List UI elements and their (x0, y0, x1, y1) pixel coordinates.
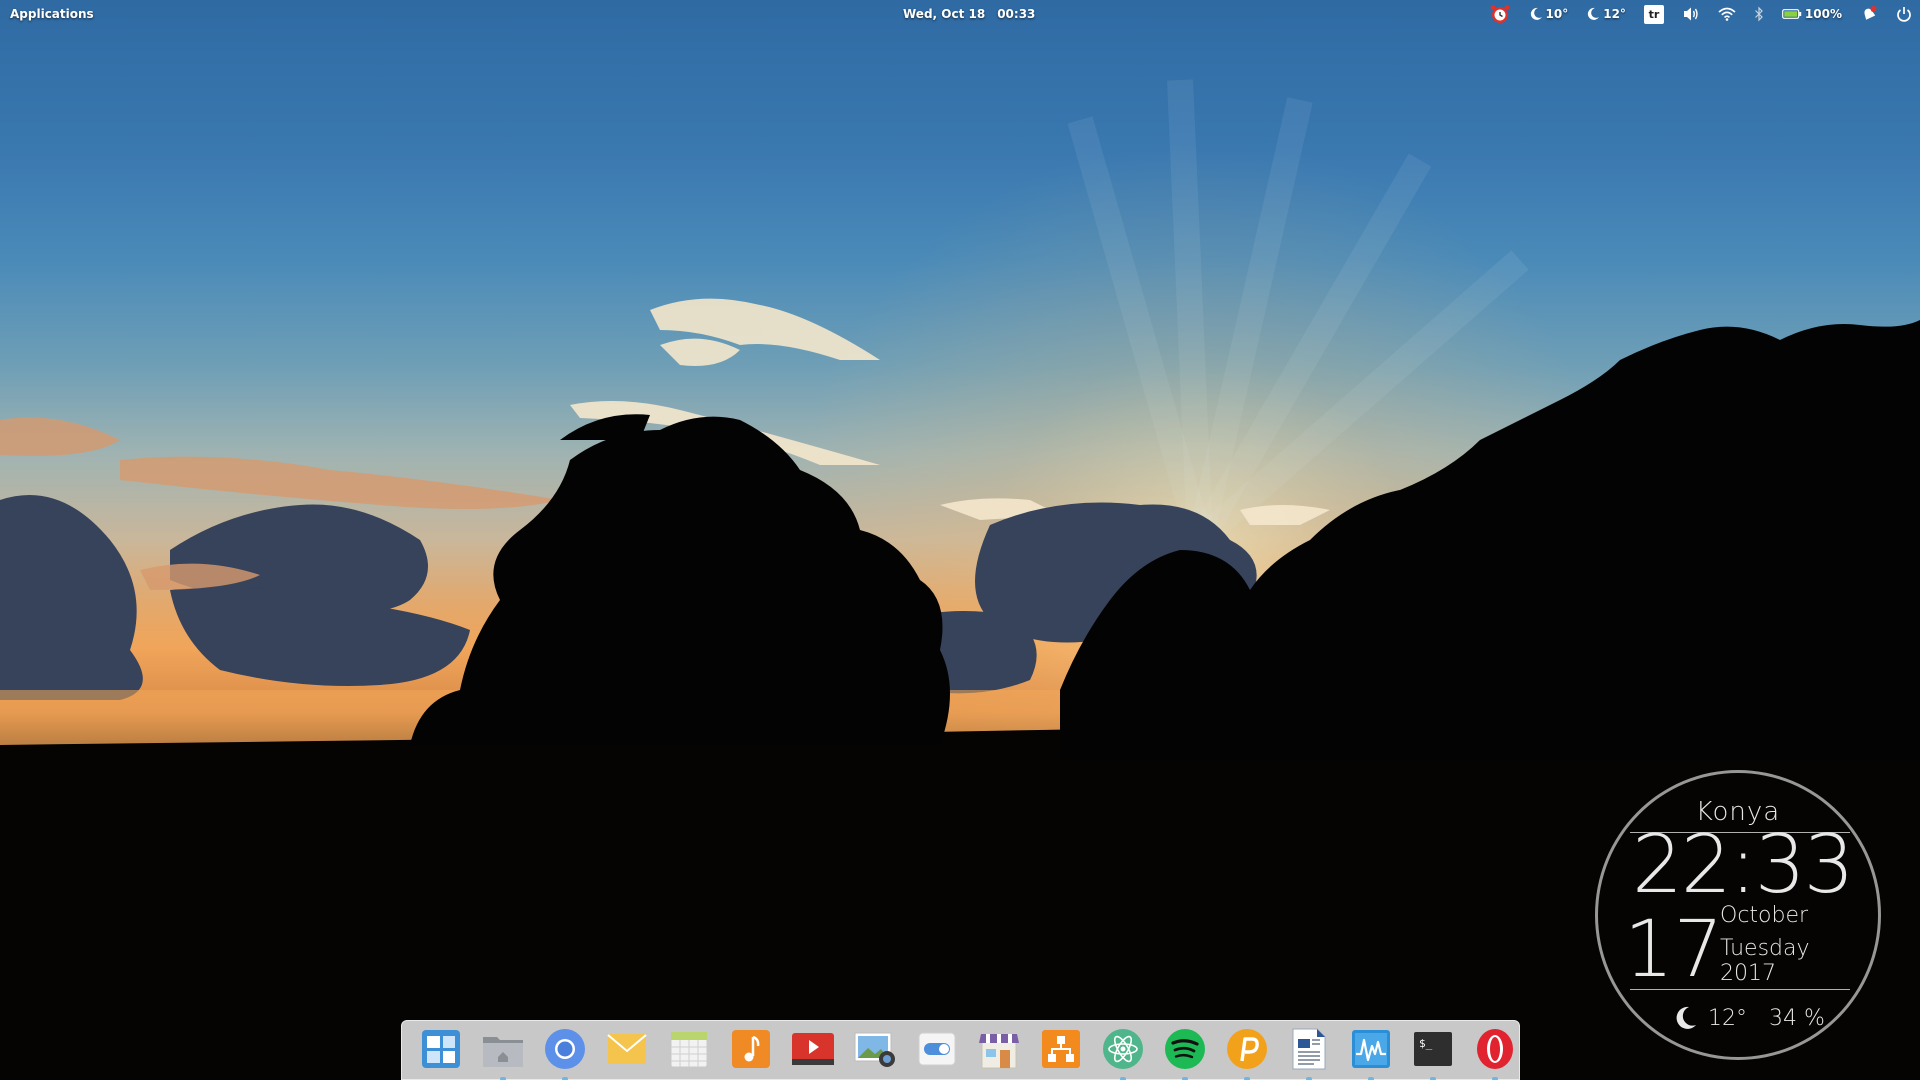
dock-item-network-app[interactable] (1030, 1027, 1092, 1075)
widget-weather: 12° 34 % (1674, 1005, 1825, 1031)
weather-indicator-2[interactable]: 12° (1586, 4, 1626, 24)
widget-weekday: Tuesday (1720, 936, 1810, 961)
battery-icon (1782, 9, 1802, 19)
session-indicator[interactable] (1896, 4, 1912, 24)
photos-icon (854, 1032, 895, 1067)
multitasking-icon (422, 1030, 460, 1068)
dock-item-music[interactable] (720, 1027, 782, 1075)
alarm-clock-icon (1490, 5, 1510, 23)
panel-datetime[interactable]: Wed, Oct 18 00:33 (903, 7, 1035, 21)
power-status-indicator[interactable]: 100% (1782, 4, 1842, 24)
dock-item-videos[interactable] (782, 1027, 844, 1075)
sound-indicator[interactable] (1682, 4, 1700, 24)
files-icon (483, 1037, 523, 1067)
widget-temperature: 12° (1708, 1005, 1747, 1031)
top-panel: Applications Wed, Oct 18 00:33 10° 12° t… (0, 0, 1920, 28)
dock-item-files[interactable] (472, 1027, 534, 1080)
music-icon (732, 1030, 770, 1068)
dock-item-calendar[interactable] (658, 1027, 720, 1075)
dock-item-atom[interactable] (1092, 1027, 1154, 1080)
dock-item-spotify[interactable] (1154, 1027, 1216, 1080)
chromium-icon (545, 1029, 585, 1069)
widget-time: 22:33 (1632, 818, 1855, 911)
opera-icon (1477, 1029, 1513, 1069)
notifications-indicator[interactable] (1860, 4, 1878, 24)
dock-item-photos[interactable] (844, 1027, 906, 1075)
indicator-area: 10° 12° tr 100% (1471, 4, 1912, 24)
dock-item-opera[interactable] (1464, 1027, 1526, 1080)
network-indicator[interactable] (1718, 4, 1736, 24)
svg-text:$_: $_ (1419, 1037, 1433, 1050)
alarm-indicator[interactable] (1489, 4, 1511, 24)
terminal-icon: $_ (1414, 1032, 1452, 1066)
dock-item-terminal[interactable]: $_ (1402, 1027, 1464, 1080)
keyboard-layout-badge: tr (1643, 4, 1664, 24)
dock-item-multitasking-view[interactable] (410, 1027, 472, 1075)
notifications-icon (1864, 6, 1877, 20)
widget-humidity: 34 % (1769, 1005, 1825, 1031)
dock-item-mail[interactable] (596, 1027, 658, 1075)
applications-menu-button[interactable]: Applications (10, 7, 94, 21)
videos-icon (792, 1033, 834, 1065)
widget-day: 17 (1624, 905, 1724, 995)
widget-year: 2017 (1720, 961, 1776, 986)
moon-icon (1530, 7, 1542, 20)
clock-weather-widget: Konya 22:33 17 October Tuesday 2017 12° … (1595, 770, 1881, 1060)
orange-network-icon (1042, 1030, 1080, 1068)
battery-percent: 100% (1804, 7, 1842, 21)
document-icon (1292, 1028, 1326, 1070)
volume-icon (1683, 7, 1698, 21)
dock-item-settings[interactable] (906, 1027, 968, 1075)
bluetooth-indicator[interactable] (1754, 4, 1764, 24)
appcenter-icon (979, 1034, 1019, 1069)
moon-icon (1676, 1006, 1696, 1029)
power-icon (1897, 7, 1911, 22)
dock-item-appcenter[interactable] (968, 1027, 1030, 1075)
system-monitor-icon (1352, 1030, 1390, 1068)
dock: $_ (401, 1020, 1520, 1080)
dock-item-pushbullet[interactable] (1216, 1027, 1278, 1080)
weather-indicator-1[interactable]: 10° (1529, 4, 1569, 24)
spotify-icon (1165, 1029, 1205, 1069)
weather-temp-1: 10° (1545, 7, 1569, 21)
panel-date: Wed, Oct 18 (903, 7, 986, 21)
widget-divider-bottom (1630, 989, 1850, 990)
mail-icon (607, 1034, 647, 1064)
keyboard-layout-indicator[interactable]: tr (1643, 4, 1664, 24)
wifi-icon (1718, 7, 1736, 21)
settings-toggle-icon (918, 1032, 956, 1066)
pushbullet-icon (1227, 1029, 1267, 1069)
calendar-icon (670, 1031, 708, 1068)
atom-icon (1103, 1029, 1143, 1069)
dock-item-system-monitor[interactable] (1340, 1027, 1402, 1080)
dock-item-text-document[interactable] (1278, 1027, 1340, 1080)
dock-items: $_ (410, 1027, 1526, 1080)
dock-item-chromium[interactable] (534, 1027, 596, 1080)
panel-time: 00:33 (997, 7, 1036, 21)
bluetooth-icon (1754, 6, 1763, 22)
widget-month: October (1720, 903, 1809, 928)
weather-temp-2: 12° (1603, 7, 1626, 21)
moon-icon (1588, 7, 1600, 20)
